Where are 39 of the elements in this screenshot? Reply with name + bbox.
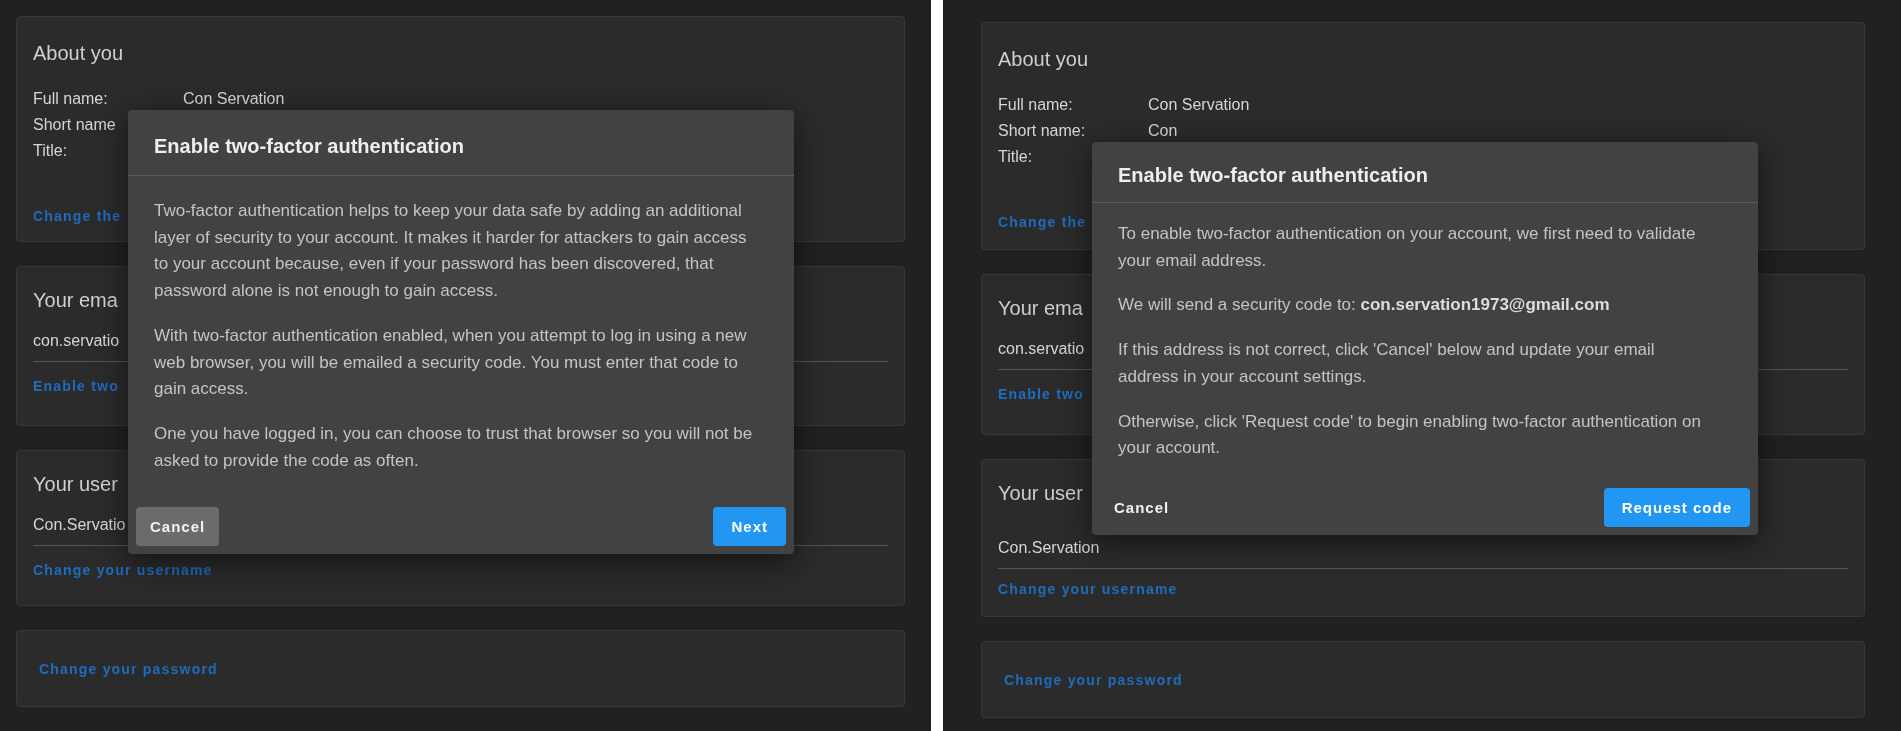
change-link[interactable]: Change the <box>998 214 1087 230</box>
dialog-paragraph: Otherwise, click 'Request code' to begin enabling two-factor authentication on your account. <box>1118 410 1702 460</box>
cancel-button[interactable]: Cancel <box>136 507 220 547</box>
field-value: Con Servation <box>183 90 285 108</box>
section-title: About you <box>33 42 124 65</box>
section-title: Your user <box>33 473 118 496</box>
change-password-link[interactable]: Change your password <box>39 660 218 677</box>
dialog-paragraph: We will send a security code to: con.servation1973@gmail.com <box>1118 294 1611 317</box>
section-title: Your ema <box>998 297 1083 320</box>
change-username-link[interactable]: Change your username <box>33 562 213 578</box>
field-label: Full name: <box>33 90 109 108</box>
field-value: Con Servation <box>1148 96 1250 114</box>
dialog-paragraph: One you have logged in, you can choose to trust that browser so you will not be asked to provide the code as often. <box>154 422 754 472</box>
enable-link[interactable]: Enable two <box>33 378 119 394</box>
section-title: Your ema <box>33 289 118 312</box>
dialog-paragraph: To enable two-factor authentication on your account, we first need to validate your email address. <box>1118 223 1697 272</box>
confirm-button[interactable]: Next <box>713 507 786 547</box>
email-value: con.servatio <box>33 332 120 349</box>
field-label: Short name: <box>998 122 1087 140</box>
enable-link[interactable]: Enable two <box>998 386 1084 402</box>
username-value: Con.Servation <box>998 539 1100 556</box>
change-link[interactable]: Change the <box>33 208 122 224</box>
change-username-link[interactable]: Change your username <box>998 581 1178 597</box>
email-value: con.servatio <box>998 340 1085 357</box>
change-password-link[interactable]: Change your password <box>1004 671 1183 688</box>
field-label: Short name <box>33 116 117 134</box>
field-label: Full name: <box>998 96 1074 114</box>
field-label: Title: <box>998 148 1034 166</box>
dialog-title: Enable two-factor authentication <box>1092 142 1758 203</box>
dialog-paragraph: Two-factor authentication helps to keep your data safe by adding an additional layer of security to your account. It makes it harder for attackers to gain access to your account because, even if your password has been discovered, that password alone is not enough to gain access. <box>154 200 748 303</box>
dialog-paragraph: With two-factor authentication enabled, when you attempt to log in using a new web browser, you will be emailed a security code. You must enter that code to gain access. <box>154 324 748 401</box>
section-title: About you <box>998 48 1089 71</box>
confirm-button[interactable]: Request code <box>1603 487 1750 527</box>
username-value: Con.Servatio <box>33 516 126 533</box>
section-title: Your user <box>998 482 1083 505</box>
field-value: Con <box>1148 122 1178 140</box>
cancel-button[interactable]: Cancel <box>1100 487 1184 527</box>
dialog-paragraph: If this address is not correct, click 'Cancel' below and update your email address in your account settings. <box>1118 339 1656 388</box>
dialog-title: Enable two-factor authentication <box>128 110 794 176</box>
